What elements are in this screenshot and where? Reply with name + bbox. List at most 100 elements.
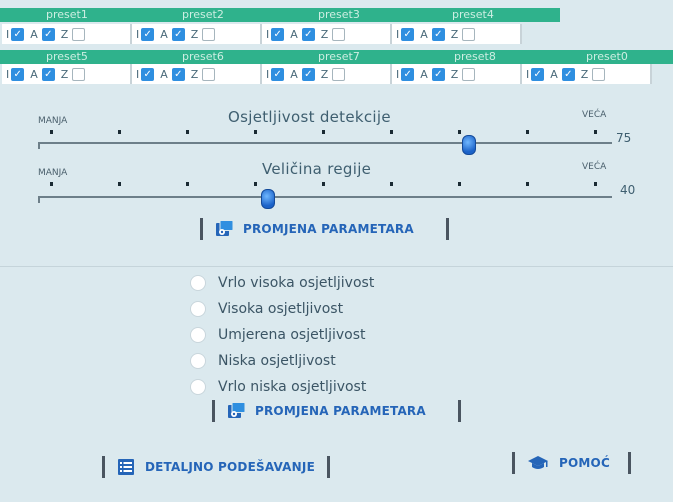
preset-tab-label[interactable]: preset6 <box>182 50 224 64</box>
sensitivity-option[interactable]: Niska osjetljivost <box>190 348 374 374</box>
a-checkbox[interactable]: ✓ <box>301 67 315 81</box>
sensitivity-option[interactable]: Umjerena osjetljivost <box>190 322 374 348</box>
button-separator <box>102 456 105 478</box>
slider-tick <box>322 130 325 134</box>
radio-button[interactable] <box>190 275 206 291</box>
a-checkbox[interactable]: ✓ <box>41 27 55 41</box>
sensitivity-option[interactable]: Visoka osjetljivost <box>190 296 374 322</box>
i-checkbox[interactable]: ✓ <box>531 67 545 81</box>
checkbox-label: A <box>290 67 298 81</box>
button-separator <box>326 456 330 478</box>
checkbox-label: A <box>30 27 38 41</box>
sensitivity-option[interactable]: Vrlo visoka osjetljivost <box>190 270 374 296</box>
region-size-slider-thumb[interactable] <box>260 189 275 209</box>
a-checkbox[interactable]: ✓ <box>301 27 315 41</box>
z-checkbox[interactable] <box>202 67 216 81</box>
checkbox-label: I <box>136 27 140 41</box>
checkbox-label: I <box>526 67 530 81</box>
preset-tab-label[interactable]: preset1 <box>46 8 88 22</box>
a-checkbox[interactable]: ✓ <box>561 67 575 81</box>
checkbox-label: I <box>396 67 400 81</box>
checkbox-label: Z <box>320 27 329 41</box>
i-checkbox[interactable]: ✓ <box>401 27 415 41</box>
section-divider <box>0 266 673 267</box>
preset-tab-label[interactable]: preset3 <box>318 8 360 22</box>
slider-tick <box>458 130 461 134</box>
slider-tick <box>458 182 461 186</box>
a-checkbox[interactable]: ✓ <box>171 67 185 81</box>
i-checkbox[interactable]: ✓ <box>141 67 155 81</box>
radio-button[interactable] <box>190 301 206 317</box>
checkbox-label: A <box>550 67 558 81</box>
a-checkbox[interactable]: ✓ <box>41 67 55 81</box>
preset-checkbox-group: I ✓ A ✓ Z <box>262 24 392 44</box>
preset-tab-label[interactable]: preset4 <box>452 8 494 22</box>
checkbox-label: I <box>266 27 270 41</box>
slider-tick <box>118 182 121 186</box>
checkbox-label: Z <box>450 67 459 81</box>
checkbox-label: I <box>6 27 10 41</box>
preset-tab-label[interactable]: preset0 <box>586 50 628 64</box>
slider-tick <box>118 130 121 134</box>
slider-tick <box>526 130 529 134</box>
slider-tick <box>50 130 53 134</box>
slider-max-label: VEĆA <box>582 110 607 120</box>
sensitivity-slider-track[interactable] <box>38 142 612 144</box>
settings-panel: preset1 preset2 preset3 preset4 I ✓ A ✓ Z I ✓ A… <box>0 0 673 502</box>
preset-checkbox-group: I ✓ A ✓ Z <box>392 24 522 44</box>
slider-tick <box>526 182 529 186</box>
i-checkbox[interactable]: ✓ <box>401 67 415 81</box>
i-checkbox[interactable]: ✓ <box>11 27 25 41</box>
z-checkbox[interactable] <box>202 27 216 41</box>
help-button[interactable]: POMOĆ <box>512 452 631 474</box>
apply-parameters-button[interactable]: PROMJENA PARAMETARA <box>200 218 449 240</box>
z-checkbox[interactable] <box>72 67 86 81</box>
i-checkbox[interactable]: ✓ <box>271 67 285 81</box>
preset-tab-bar-2: preset5 preset6 preset7 preset8 preset0 <box>0 50 673 64</box>
z-checkbox[interactable] <box>462 27 476 41</box>
sensitivity-slider-block: MANJA Osjetljivost detekcije VEĆA 75 <box>0 104 673 155</box>
radio-label: Vrlo visoka osjetljivost <box>218 275 375 291</box>
slider-tick <box>390 182 393 186</box>
settings-apply-icon <box>216 220 233 236</box>
preset-tab-bar-1: preset1 preset2 preset3 preset4 <box>0 8 560 22</box>
i-checkbox[interactable]: ✓ <box>271 27 285 41</box>
radio-button[interactable] <box>190 353 206 369</box>
region-size-slider-track[interactable] <box>38 196 612 198</box>
slider-tick <box>186 130 189 134</box>
button-separator <box>445 218 449 240</box>
list-icon <box>118 459 134 475</box>
sensitivity-option[interactable]: Vrlo niska osjetljivost <box>190 374 374 400</box>
detailed-settings-button[interactable]: DETALJNO PODEŠAVANJE <box>102 456 330 478</box>
z-checkbox[interactable] <box>462 67 476 81</box>
radio-button[interactable] <box>190 379 206 395</box>
slider-title: Osjetljivost detekcije <box>228 108 391 126</box>
slider-value: 75 <box>616 131 632 145</box>
z-checkbox[interactable] <box>332 67 346 81</box>
a-checkbox[interactable]: ✓ <box>431 67 445 81</box>
slider-tick <box>322 182 325 186</box>
preset-checkbox-group: I ✓ A ✓ Z <box>2 64 132 84</box>
slider-tick <box>390 130 393 134</box>
z-checkbox[interactable] <box>332 27 346 41</box>
preset-checkbox-group: I ✓ A ✓ Z <box>132 64 262 84</box>
preset-checkbox-group: I ✓ A ✓ Z <box>132 24 262 44</box>
preset-tab-label[interactable]: preset2 <box>182 8 224 22</box>
checkbox-label: A <box>160 27 168 41</box>
preset-tab-label[interactable]: preset5 <box>46 50 88 64</box>
preset-tab-label[interactable]: preset7 <box>318 50 360 64</box>
z-checkbox[interactable] <box>72 27 86 41</box>
i-checkbox[interactable]: ✓ <box>141 27 155 41</box>
z-checkbox[interactable] <box>592 67 606 81</box>
radio-button[interactable] <box>190 327 206 343</box>
sensitivity-slider-thumb[interactable] <box>461 135 476 155</box>
preset-row-1: I ✓ A ✓ Z I ✓ A ✓ Z I ✓ A ✓ Z I ✓ A ✓ Z <box>2 24 522 44</box>
i-checkbox[interactable]: ✓ <box>11 67 25 81</box>
a-checkbox[interactable]: ✓ <box>171 27 185 41</box>
a-checkbox[interactable]: ✓ <box>431 27 445 41</box>
checkbox-label: I <box>396 27 400 41</box>
checkbox-label: A <box>290 27 298 41</box>
preset-tab-label[interactable]: preset8 <box>454 50 496 64</box>
apply-parameters-button[interactable]: PROMJENA PARAMETARA <box>212 400 461 422</box>
button-label: DETALJNO PODEŠAVANJE <box>145 460 315 474</box>
